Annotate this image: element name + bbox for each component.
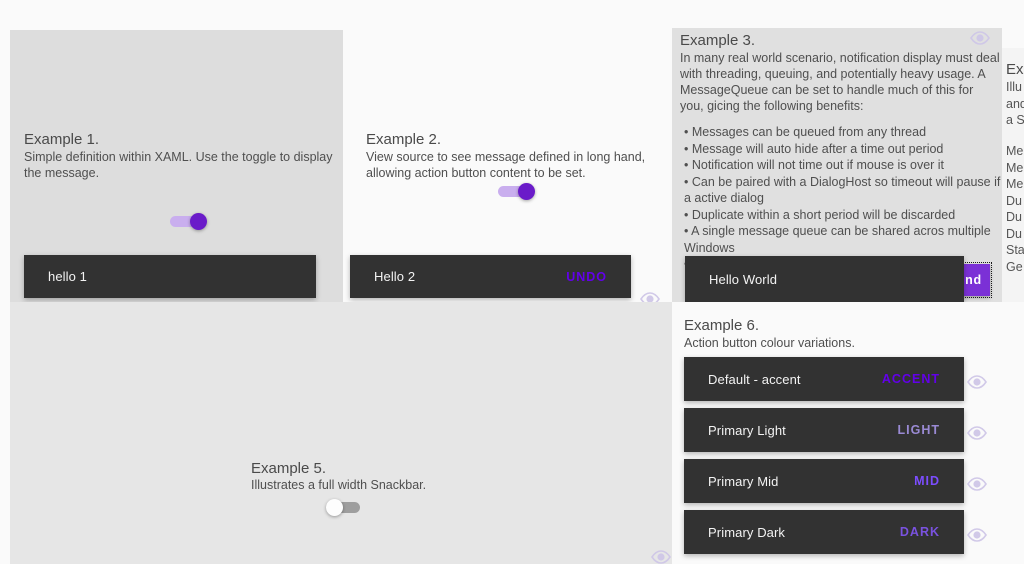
snackbar-action-light[interactable]: LIGHT xyxy=(898,423,965,437)
eye-icon[interactable] xyxy=(966,375,988,389)
example-2-panel: Example 2. View source to see message de… xyxy=(343,16,672,302)
snackbar-message: Hello World xyxy=(709,271,778,287)
example-1-description: Simple definition within XAML. Use the t… xyxy=(24,150,333,180)
snackbar-message: Primary Mid xyxy=(708,473,779,489)
toggle-thumb[interactable] xyxy=(518,183,535,200)
example-1-snackbar[interactable]: hello 1 xyxy=(24,255,316,298)
example-6-snackbar-light[interactable]: Primary Light LIGHT xyxy=(684,408,964,452)
snackbar-message: hello 1 xyxy=(48,269,88,284)
example-6-snackbar-accent[interactable]: Default - accent ACCENT xyxy=(684,357,964,401)
snackbar-action-mid[interactable]: MID xyxy=(914,474,964,488)
description-line: a S xyxy=(1006,113,1024,127)
example-5-toggle[interactable] xyxy=(326,499,362,516)
list-item: • Can be paired with a DialogHost so tim… xyxy=(684,174,1001,206)
example-3-description: In many real world scenario, notificatio… xyxy=(680,51,1000,113)
eye-icon[interactable] xyxy=(969,31,991,45)
description-line: Illu xyxy=(1006,80,1022,94)
app-window: Example 1. Simple definition within XAML… xyxy=(0,0,1024,564)
list-item: • Notification will not time out if mous… xyxy=(684,158,945,172)
list-item: Du xyxy=(1006,193,1022,208)
snackbar-message: Hello 2 xyxy=(374,269,416,284)
eye-icon[interactable] xyxy=(966,426,988,440)
example-6-title: Example 6. xyxy=(684,317,760,334)
toggle-thumb[interactable] xyxy=(190,213,207,230)
list-item: • Messages can be queued from any thread xyxy=(684,125,927,139)
list-item: Du xyxy=(1006,226,1022,241)
example-1-title: Example 1. xyxy=(24,131,100,148)
eye-icon[interactable] xyxy=(966,528,988,542)
snackbar-message: Default - accent xyxy=(708,371,801,387)
example-4-panel: Ex Illu and a S Me Me Me Du Du Du Sta Ge xyxy=(1002,48,1024,302)
snackbar-action-accent[interactable]: ACCENT xyxy=(882,372,964,386)
example-3-bullet-list: • Messages can be queued from any thread… xyxy=(680,124,1002,273)
toggle-thumb[interactable] xyxy=(326,499,343,516)
example-2-snackbar[interactable]: Hello 2 UNDO xyxy=(350,255,631,298)
list-item: • A single message queue can be shared a… xyxy=(684,224,991,255)
snackbar-message: Primary Light xyxy=(708,422,786,438)
list-item: Me xyxy=(1006,177,1024,191)
example-6-panel: Example 6. Action button colour variatio… xyxy=(672,302,1024,564)
example-4-description: Illu and a S xyxy=(1006,79,1024,129)
example-3-snackbar[interactable]: Hello World xyxy=(685,256,964,302)
snackbar-message: Primary Dark xyxy=(708,524,786,540)
list-item: • Duplicate within a short period will b… xyxy=(684,207,956,222)
list-item: Du xyxy=(1006,210,1022,224)
example-6-snackbar-dark[interactable]: Primary Dark DARK xyxy=(684,510,964,554)
eye-icon[interactable] xyxy=(650,550,672,564)
list-item: Sta xyxy=(1006,243,1024,257)
list-item: Me xyxy=(1006,160,1024,175)
example-2-description: View source to see message defined in lo… xyxy=(366,150,646,180)
example-4-title: Ex xyxy=(1006,61,1024,78)
eye-icon[interactable] xyxy=(639,292,661,302)
example-5-panel: Example 5. Illustrates a full width Snac… xyxy=(10,302,672,564)
snackbar-action-undo[interactable]: UNDO xyxy=(566,270,631,284)
example-6-description: Action button colour variations. xyxy=(684,336,855,350)
example-5-description: Illustrates a full width Snackbar. xyxy=(251,478,427,492)
example-3-title: Example 3. xyxy=(680,32,756,49)
example-5-title: Example 5. xyxy=(251,460,327,477)
eye-icon[interactable] xyxy=(966,477,988,491)
example-6-snackbar-mid[interactable]: Primary Mid MID xyxy=(684,459,964,503)
example-2-title: Example 2. xyxy=(366,131,442,148)
example-1-toggle[interactable] xyxy=(170,213,207,230)
example-1-panel: Example 1. Simple definition within XAML… xyxy=(10,30,343,302)
list-item: Ge xyxy=(1006,259,1023,274)
snackbar-action-dark[interactable]: DARK xyxy=(900,525,964,539)
list-item: • Message will auto hide after a time ou… xyxy=(684,141,944,156)
description-line: and xyxy=(1006,96,1024,111)
example-4-list: Me Me Me Du Du Du Sta Ge xyxy=(1006,143,1024,275)
list-item: Me xyxy=(1006,144,1024,158)
example-2-toggle[interactable] xyxy=(498,183,535,200)
